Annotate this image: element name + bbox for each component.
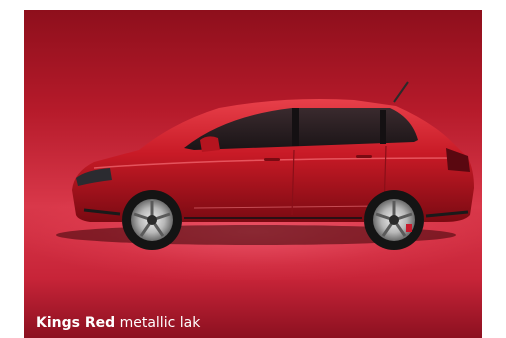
color-caption: Kings Red metallic lak [36, 314, 200, 332]
color-name: Kings Red [36, 315, 116, 331]
front-wheel [122, 190, 182, 250]
car-image [56, 81, 474, 250]
color-finish: metallic lak [119, 315, 201, 331]
rear-wheel [364, 190, 424, 250]
car-color-preview: Kings Red metallic lak [24, 10, 482, 338]
